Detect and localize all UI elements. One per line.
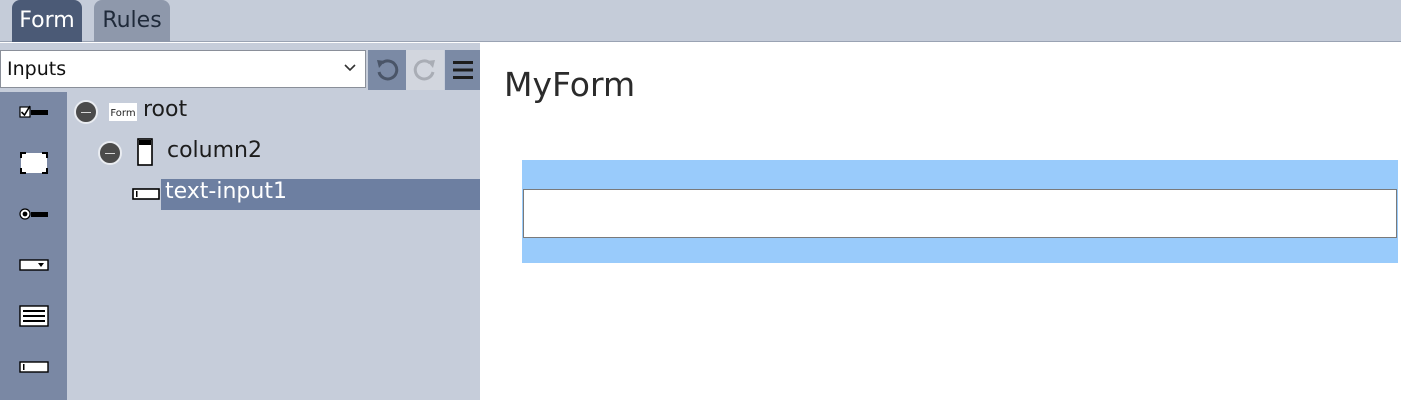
dropdown-value: Inputs: [7, 58, 67, 80]
select-dropdown-icon: [18, 259, 49, 271]
form-badge-label: Form: [110, 108, 135, 119]
tree-node-text-input1[interactable]: text-input1: [165, 179, 287, 204]
form-preview: MyForm: [480, 43, 1401, 400]
palette-container[interactable]: [0, 143, 67, 183]
chevron-down-icon: [344, 64, 356, 72]
hamburger-menu-icon: [452, 61, 473, 79]
undo-button[interactable]: [368, 50, 406, 90]
text-input-icon: [18, 361, 49, 373]
radio-input-icon: [18, 208, 48, 220]
toolbar: Inputs: [0, 46, 480, 90]
palette-text-input[interactable]: [0, 347, 67, 387]
tab-bar: Form Rules: [0, 0, 1401, 42]
palette-textarea[interactable]: [0, 296, 67, 336]
container-frame-icon: [19, 152, 48, 174]
component-category-select[interactable]: Inputs: [0, 50, 366, 88]
preview-text-input1[interactable]: [523, 189, 1397, 238]
form-icon: Form: [109, 103, 137, 121]
component-tree: Form root column2 text-input1: [67, 92, 480, 400]
tab-rules[interactable]: Rules: [94, 0, 170, 42]
component-palette: [0, 92, 67, 400]
tab-form[interactable]: Form: [12, 0, 82, 42]
left-panel: Inputs Form root column2 text-input1: [0, 43, 480, 400]
palette-select[interactable]: [0, 245, 67, 285]
palette-checkbox[interactable]: [0, 92, 67, 132]
collapse-column2-button[interactable]: [98, 141, 122, 165]
column-icon: [137, 138, 153, 166]
collapse-root-button[interactable]: [74, 100, 98, 124]
checkbox-input-icon: [18, 105, 48, 118]
tree-node-root[interactable]: root: [143, 97, 187, 122]
preview-column2[interactable]: [522, 160, 1398, 263]
redo-button[interactable]: [406, 50, 444, 90]
tree-node-column2[interactable]: column2: [167, 138, 262, 163]
palette-radio[interactable]: [0, 194, 67, 234]
textarea-icon: [18, 305, 49, 327]
menu-button[interactable]: [445, 50, 480, 90]
form-title: MyForm: [504, 65, 636, 104]
text-input-icon: [132, 188, 160, 200]
undo-icon: [377, 59, 399, 81]
redo-icon: [413, 59, 435, 81]
